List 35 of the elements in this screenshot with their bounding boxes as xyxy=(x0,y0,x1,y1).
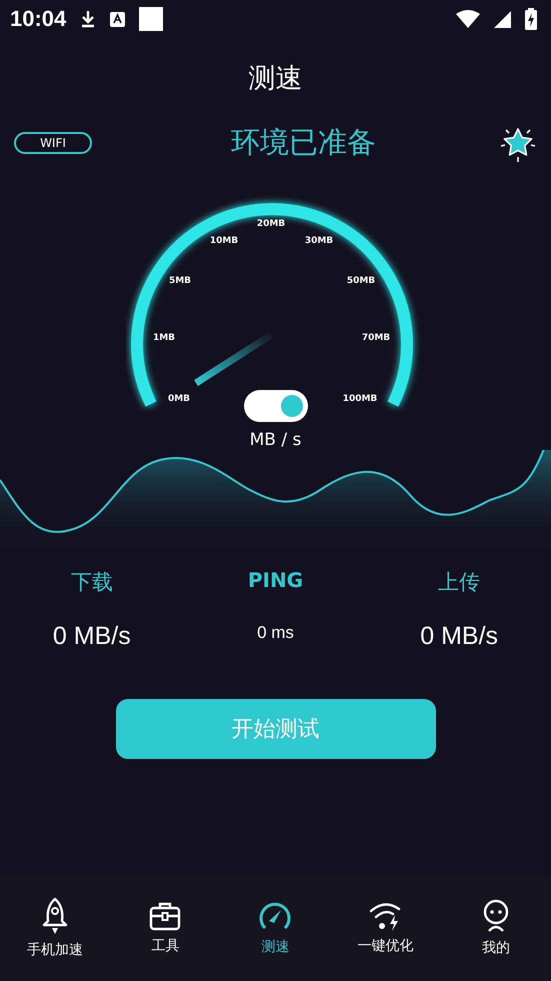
battery-icon xyxy=(525,8,537,30)
speedometer-icon xyxy=(258,900,292,932)
gauge-label: 20MB xyxy=(256,219,285,229)
gauge-label: 10MB xyxy=(209,236,238,246)
gauge-label: 0MB xyxy=(167,394,190,404)
nav-tab[interactable]: 手机加速 xyxy=(5,897,106,959)
stat-label: 下载 xyxy=(70,569,113,596)
nav-tab[interactable]: 我的 xyxy=(446,899,546,957)
unit-label: MB / s xyxy=(250,430,302,450)
download-icon xyxy=(80,9,96,29)
gauge-label: 5MB xyxy=(168,276,191,286)
unit-toggle[interactable] xyxy=(244,390,308,422)
gauge-label: 30MB xyxy=(304,236,333,246)
keyboard-icon xyxy=(110,12,126,26)
wifi-signal-icon xyxy=(456,10,480,28)
stat-value: 0 MB/s xyxy=(52,622,131,651)
status-text: 环境已准备 xyxy=(231,124,376,161)
wifi-bolt-icon xyxy=(368,901,403,931)
toolbox-icon xyxy=(149,901,182,931)
stat-label: PING xyxy=(248,568,304,592)
stat-value: 0 MB/s xyxy=(420,622,498,651)
network-badge: WIFI xyxy=(14,132,92,154)
page-title: 测速 xyxy=(248,62,304,96)
stat-value: 0 ms xyxy=(257,623,294,643)
gauge-label: 100MB xyxy=(342,394,377,404)
nav-tab[interactable]: 一键优化 xyxy=(336,901,436,955)
nav-tab[interactable]: 工具 xyxy=(115,901,216,955)
clock: 10:04 xyxy=(10,6,66,32)
gauge-label: 1MB xyxy=(152,333,175,343)
stat-label: 上传 xyxy=(438,569,480,596)
square-icon xyxy=(139,7,164,31)
gauge-label: 70MB xyxy=(361,333,390,343)
cell-signal-icon xyxy=(494,10,511,28)
nav-tab[interactable]: 测速 xyxy=(225,900,326,956)
gauge-label: 50MB xyxy=(346,276,375,286)
